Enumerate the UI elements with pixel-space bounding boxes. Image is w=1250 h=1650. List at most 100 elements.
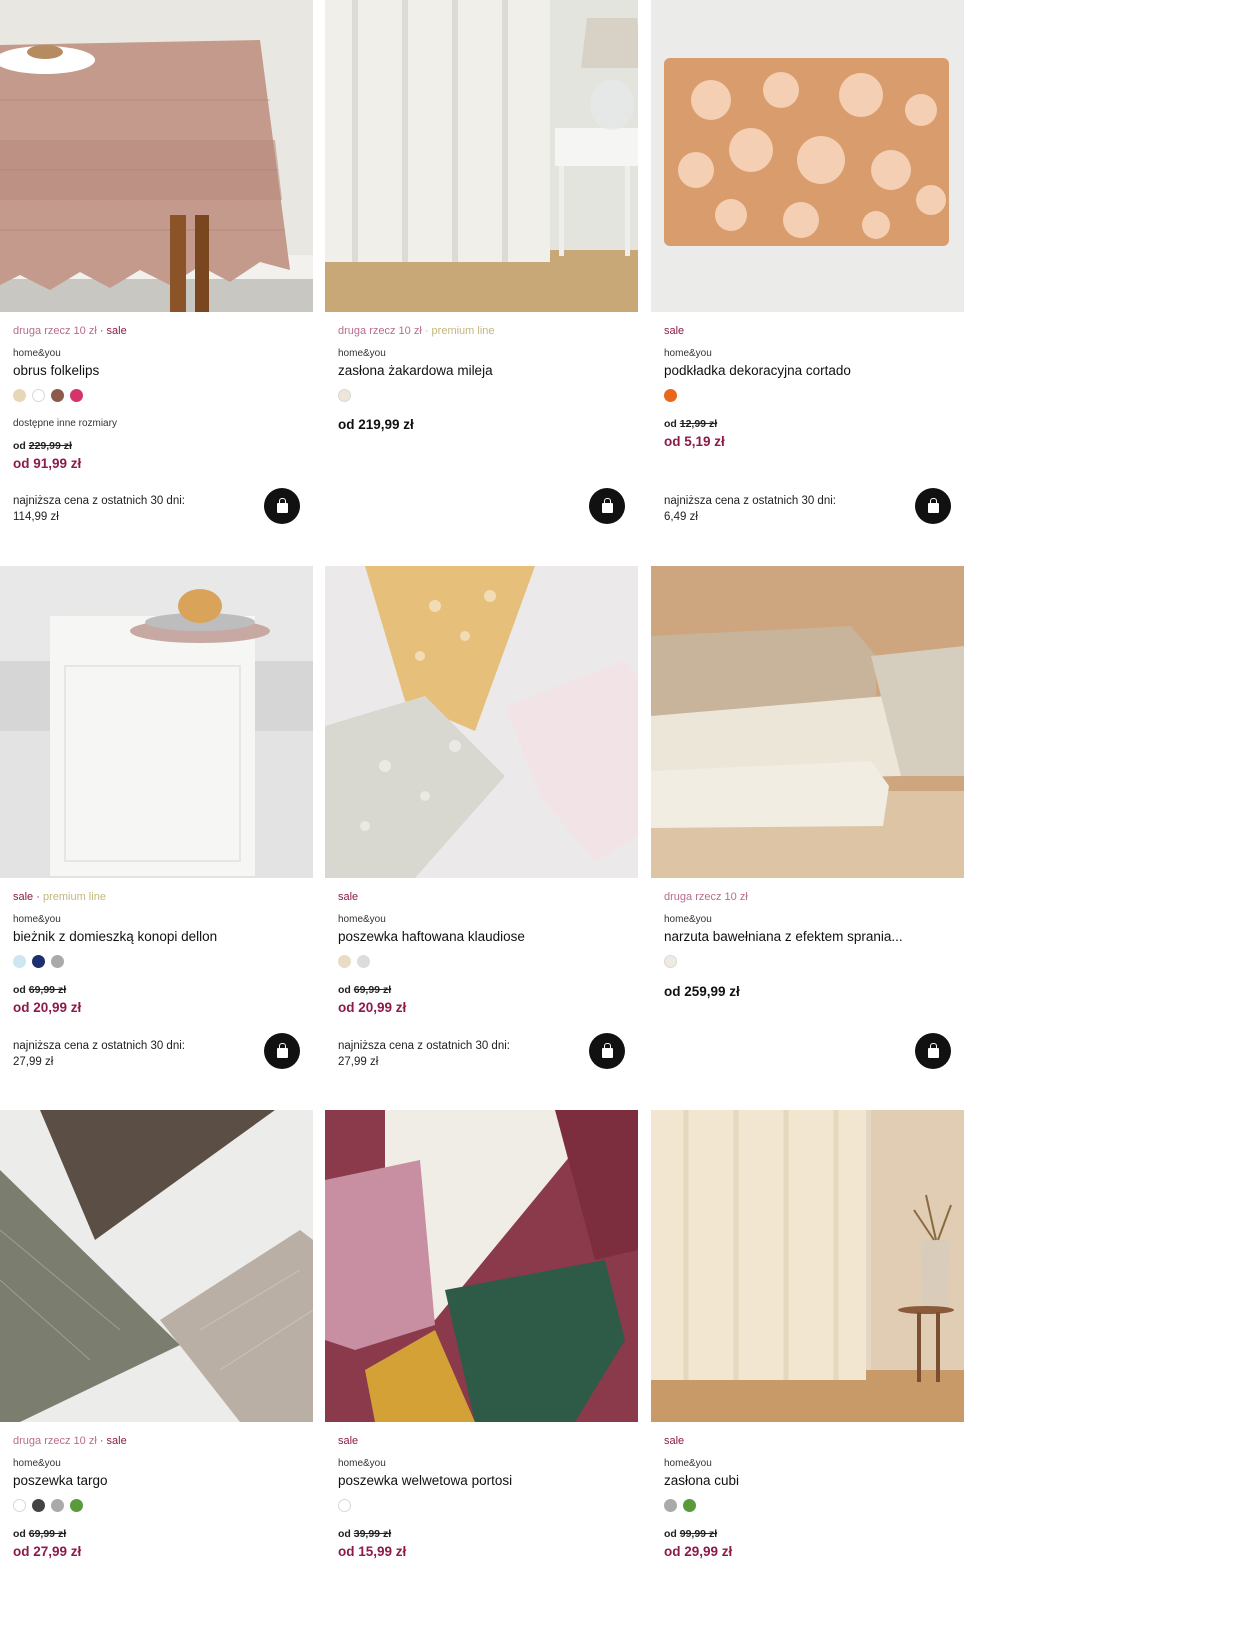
color-swatch[interactable]: [51, 389, 64, 402]
lowest-price-label: najniższa cena z ostatnich 30 dni:: [338, 1040, 510, 1052]
color-swatch[interactable]: [357, 955, 370, 968]
product-brand: home&you: [338, 914, 386, 925]
old-price-value: 99,99 zł: [679, 1528, 718, 1540]
color-swatch[interactable]: [32, 1499, 45, 1512]
product-name[interactable]: narzuta bawełniana z efektem sprania...: [664, 929, 903, 944]
shopping-bag-icon: [927, 497, 939, 513]
product-card[interactable]: sale · premium line home&you bieżnik z d…: [0, 566, 313, 1106]
color-swatches: [338, 389, 351, 402]
product-card[interactable]: sale home&you podkładka dekoracyjna cort…: [651, 0, 964, 540]
product-brand: home&you: [664, 348, 712, 359]
tag-second-item: druga rzecz 10 zł: [13, 1435, 97, 1447]
product-card[interactable]: druga rzecz 10 zł · sale home&you poszew…: [0, 1110, 313, 1650]
product-brand: home&you: [13, 1458, 61, 1469]
product-card[interactable]: sale home&you poszewka welwetowa portosi…: [325, 1110, 638, 1650]
product-card[interactable]: druga rzecz 10 zł · sale home&you obrus …: [0, 0, 313, 540]
product-brand: home&you: [664, 1458, 712, 1469]
tag-second-item: druga rzecz 10 zł: [338, 325, 422, 337]
add-to-cart-button[interactable]: [589, 488, 625, 524]
color-swatch[interactable]: [338, 955, 351, 968]
old-price-value: 39,99 zł: [353, 1528, 392, 1540]
product-name[interactable]: obrus folkelips: [13, 363, 99, 378]
shopping-bag-icon: [601, 497, 613, 513]
product-card[interactable]: druga rzecz 10 zł home&you narzuta baweł…: [651, 566, 964, 1106]
product-name[interactable]: poszewka welwetowa portosi: [338, 1473, 512, 1488]
old-price: od 69,99 zł: [13, 1528, 66, 1540]
product-name[interactable]: zasłona cubi: [664, 1473, 739, 1488]
color-swatch[interactable]: [32, 389, 45, 402]
color-swatches: [13, 955, 64, 968]
add-to-cart-button[interactable]: [264, 1033, 300, 1069]
sizes-note[interactable]: dostępne inne rozmiary: [13, 418, 117, 429]
shopping-bag-icon: [927, 1042, 939, 1058]
curtain-image[interactable]: [325, 0, 638, 312]
sale-price: od 5,19 zł: [664, 434, 725, 449]
shopping-bag-icon: [276, 1042, 288, 1058]
product-tags: sale: [664, 1435, 684, 1447]
tag-sale: sale: [106, 325, 127, 337]
product-name[interactable]: bieżnik z domieszką konopi dellon: [13, 929, 217, 944]
velvet-pillowcase-image[interactable]: [325, 1110, 638, 1422]
product-tags: sale: [338, 891, 358, 903]
pillowcase-image[interactable]: [0, 1110, 313, 1422]
color-swatch[interactable]: [51, 1499, 64, 1512]
table-runner-image[interactable]: [0, 566, 313, 878]
product-name[interactable]: poszewka haftowana klaudiose: [338, 929, 525, 944]
old-price-value: 69,99 zł: [28, 984, 67, 996]
add-to-cart-button[interactable]: [915, 488, 951, 524]
old-price-value: 12,99 zł: [679, 418, 718, 430]
product-name[interactable]: podkładka dekoracyjna cortado: [664, 363, 851, 378]
lowest-price-value: 114,99 zł: [13, 511, 59, 523]
add-to-cart-button[interactable]: [915, 1033, 951, 1069]
product-brand: home&you: [13, 348, 61, 359]
color-swatch[interactable]: [51, 955, 64, 968]
tag-sale: sale: [338, 1435, 359, 1447]
color-swatch[interactable]: [338, 1499, 351, 1512]
lowest-price-info: najniższa cena z ostatnich 30 dni: 27,99 …: [338, 1038, 510, 1070]
product-card[interactable]: druga rzecz 10 zł · premium line home&yo…: [325, 0, 638, 540]
color-swatch[interactable]: [664, 1499, 677, 1512]
tag-sale: sale: [106, 1435, 127, 1447]
color-swatch[interactable]: [683, 1499, 696, 1512]
color-swatch[interactable]: [13, 955, 26, 968]
sale-price: od 91,99 zł: [13, 456, 82, 471]
old-price: od 69,99 zł: [338, 984, 391, 996]
sale-price: od 20,99 zł: [338, 1000, 407, 1015]
pillowcase-image[interactable]: [325, 566, 638, 878]
price: od 259,99 zł: [664, 984, 740, 999]
color-swatch[interactable]: [70, 1499, 83, 1512]
add-to-cart-button[interactable]: [264, 488, 300, 524]
tag-sale: sale: [338, 891, 359, 903]
color-swatch[interactable]: [32, 955, 45, 968]
lowest-price-info: najniższa cena z ostatnich 30 dni: 114,99…: [13, 493, 185, 525]
tablecloth-image[interactable]: [0, 0, 313, 312]
product-name[interactable]: zasłona żakardowa mileja: [338, 363, 493, 378]
old-price-prefix: od: [338, 984, 351, 996]
tag-premium-line: premium line: [42, 891, 106, 903]
product-name[interactable]: poszewka targo: [13, 1473, 108, 1488]
product-card[interactable]: sale home&you poszewka haftowana klaudio…: [325, 566, 638, 1106]
product-tags: sale · premium line: [13, 891, 106, 903]
color-swatch[interactable]: [13, 1499, 26, 1512]
color-swatch[interactable]: [338, 389, 351, 402]
product-brand: home&you: [338, 1458, 386, 1469]
old-price-value: 69,99 zł: [28, 1528, 67, 1540]
bedspread-image[interactable]: [651, 566, 964, 878]
placemat-image[interactable]: [651, 0, 964, 312]
color-swatch[interactable]: [13, 389, 26, 402]
tag-sale: sale: [664, 1435, 685, 1447]
tag-sale: sale: [13, 891, 34, 903]
tag-second-item: druga rzecz 10 zł: [13, 325, 97, 337]
sale-price: od 15,99 zł: [338, 1544, 407, 1559]
old-price-value: 229,99 zł: [28, 440, 72, 452]
add-to-cart-button[interactable]: [589, 1033, 625, 1069]
lowest-price-value: 27,99 zł: [338, 1056, 379, 1068]
product-tags: druga rzecz 10 zł · premium line: [338, 325, 495, 337]
color-swatch[interactable]: [70, 389, 83, 402]
color-swatch[interactable]: [664, 955, 677, 968]
product-brand: home&you: [338, 348, 386, 359]
color-swatch[interactable]: [664, 389, 677, 402]
color-swatches: [338, 955, 370, 968]
product-card[interactable]: sale home&you zasłona cubi od 99,99 zł o…: [651, 1110, 964, 1650]
curtain-image[interactable]: [651, 1110, 964, 1422]
